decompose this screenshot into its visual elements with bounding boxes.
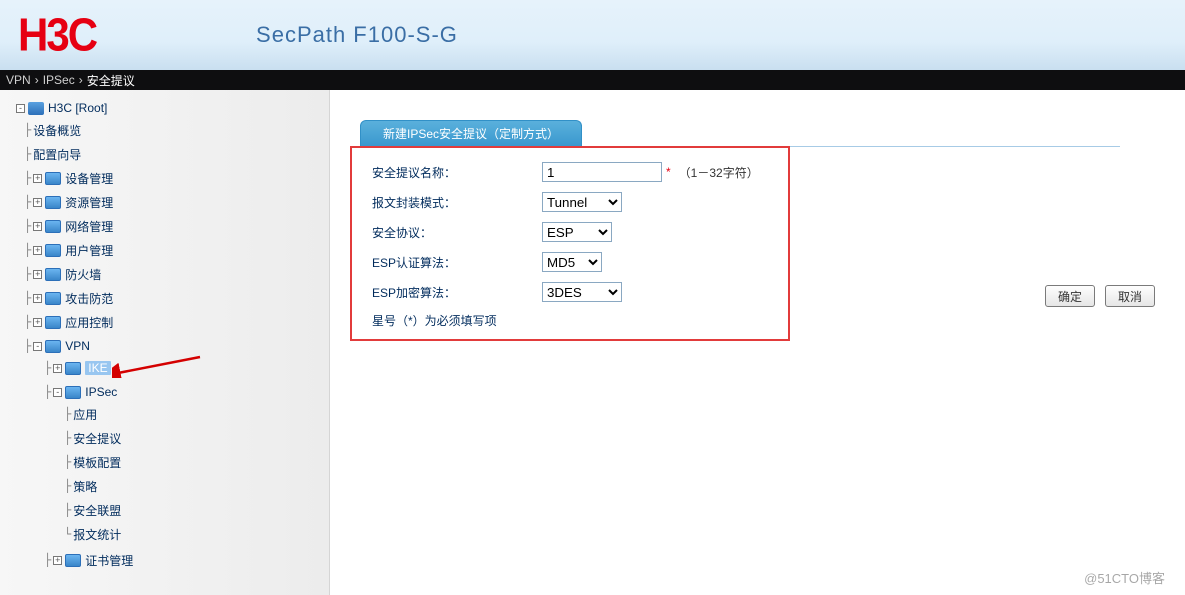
sidebar-item-dev-mgmt[interactable]: ├+设备管理: [20, 168, 329, 188]
breadcrumb-ipsec[interactable]: IPSec: [43, 73, 75, 87]
label-name: 安全提议名称：: [372, 164, 542, 181]
folder-icon: [45, 196, 61, 209]
expand-icon[interactable]: +: [33, 246, 42, 255]
select-protocol[interactable]: ESP: [542, 222, 612, 242]
folder-icon: [65, 554, 81, 567]
product-title: SecPath F100-S-G: [256, 22, 458, 48]
collapse-icon[interactable]: -: [16, 104, 25, 113]
content-area: 新建IPSec安全提议（定制方式） 安全提议名称： * （1－32字符） 报文封…: [330, 90, 1185, 595]
folder-icon: [45, 292, 61, 305]
sidebar-item-overview[interactable]: ├设备概览: [20, 120, 329, 140]
sidebar-item-user-mgmt[interactable]: ├+用户管理: [20, 240, 329, 260]
folder-icon: [45, 340, 61, 353]
expand-icon[interactable]: +: [33, 270, 42, 279]
sidebar-item-firewall[interactable]: ├+防火墙: [20, 264, 329, 284]
breadcrumb-sep: ›: [79, 73, 83, 87]
sidebar-item-app-ctrl[interactable]: ├+应用控制: [20, 312, 329, 332]
sidebar-item-res-mgmt[interactable]: ├+资源管理: [20, 192, 329, 212]
expand-icon[interactable]: +: [33, 174, 42, 183]
form-panel: 安全提议名称： * （1－32字符） 报文封装模式： Tunnel 安全协议： …: [350, 146, 790, 341]
select-esp-enc[interactable]: 3DES: [542, 282, 622, 302]
sidebar-item-ipsec-sa[interactable]: ├安全联盟: [60, 500, 329, 520]
watermark: @51CTO博客: [1084, 568, 1165, 587]
breadcrumb: VPN › IPSec › 安全提议: [0, 70, 1185, 90]
expand-icon[interactable]: +: [33, 198, 42, 207]
sidebar-item-vpn[interactable]: ├-VPN: [20, 336, 329, 356]
sidebar-item-attack[interactable]: ├+攻击防范: [20, 288, 329, 308]
sidebar-item-wizard[interactable]: ├配置向导: [20, 144, 329, 164]
label-auth: ESP认证算法：: [372, 254, 542, 271]
tree-root[interactable]: - H3C [Root]: [0, 98, 329, 118]
sidebar-item-ipsec-app[interactable]: ├应用: [60, 404, 329, 424]
sidebar-item-cert[interactable]: ├+证书管理: [40, 550, 329, 570]
input-proposal-name[interactable]: [542, 162, 662, 182]
sidebar-item-ipsec-policy[interactable]: ├策略: [60, 476, 329, 496]
tree-root-label: H3C [Root]: [48, 101, 107, 115]
expand-icon[interactable]: +: [33, 318, 42, 327]
logo: H3C: [18, 9, 96, 62]
folder-icon: [45, 268, 61, 281]
sidebar: - H3C [Root] ├设备概览 ├配置向导 ├+设备管理 ├+资源管理 ├+…: [0, 90, 330, 595]
breadcrumb-current: 安全提议: [87, 72, 135, 89]
folder-icon: [45, 244, 61, 257]
folder-icon: [65, 386, 81, 399]
collapse-icon[interactable]: -: [33, 342, 42, 351]
sidebar-item-ike[interactable]: ├+IKE: [40, 358, 329, 378]
expand-icon[interactable]: +: [53, 364, 62, 373]
folder-icon: [45, 172, 61, 185]
sidebar-item-ipsec-stats[interactable]: └报文统计: [60, 524, 329, 544]
required-note: 星号（*）为必须填写项: [372, 312, 768, 329]
expand-icon[interactable]: +: [53, 556, 62, 565]
select-encap-mode[interactable]: Tunnel: [542, 192, 622, 212]
cancel-button[interactable]: 取消: [1105, 285, 1155, 307]
label-enc: ESP加密算法：: [372, 284, 542, 301]
folder-icon: [45, 220, 61, 233]
sidebar-item-ipsec-proposal[interactable]: ├安全提议: [60, 428, 329, 448]
expand-icon[interactable]: +: [33, 294, 42, 303]
folder-icon: [45, 316, 61, 329]
required-star: *: [666, 165, 671, 179]
label-encap: 报文封装模式：: [372, 194, 542, 211]
breadcrumb-vpn[interactable]: VPN: [6, 73, 31, 87]
hint-name: （1－32字符）: [679, 164, 759, 181]
ok-button[interactable]: 确定: [1045, 285, 1095, 307]
header: H3C SecPath F100-S-G: [0, 0, 1185, 70]
sidebar-item-ipsec[interactable]: ├-IPSec: [40, 382, 329, 402]
tab-new-proposal[interactable]: 新建IPSec安全提议（定制方式）: [360, 120, 582, 146]
select-esp-auth[interactable]: MD5: [542, 252, 602, 272]
expand-icon[interactable]: +: [33, 222, 42, 231]
folder-icon: [65, 362, 81, 375]
collapse-icon[interactable]: -: [53, 388, 62, 397]
label-proto: 安全协议：: [372, 224, 542, 241]
sidebar-item-net-mgmt[interactable]: ├+网络管理: [20, 216, 329, 236]
breadcrumb-sep: ›: [35, 73, 39, 87]
sidebar-item-ipsec-template[interactable]: ├模板配置: [60, 452, 329, 472]
root-icon: [28, 102, 44, 115]
